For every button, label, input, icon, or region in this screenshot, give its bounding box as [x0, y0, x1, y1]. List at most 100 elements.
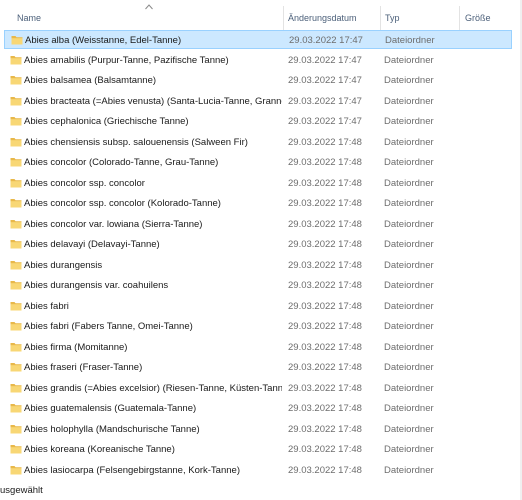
file-name: Abies concolor ssp. concolor (Kolorado-T… — [24, 198, 221, 209]
file-row[interactable]: Abies fabri 29.03.2022 17:48 Dateiordner — [4, 297, 512, 316]
file-row[interactable]: Abies lasiocarpa (Felsengebirgstanne, Ko… — [4, 461, 512, 480]
file-row[interactable]: Abies balsamea (Balsamtanne) 29.03.2022 1… — [4, 71, 512, 90]
file-modified-date: 29.03.2022 17:48 — [288, 177, 362, 189]
file-type: Dateiordner — [385, 35, 435, 46]
file-row[interactable]: Abies delavayi (Delavayi-Tanne) 29.03.202… — [4, 235, 512, 254]
file-type: Dateiordner — [384, 218, 434, 230]
file-name: Abies concolor ssp. concolor — [24, 177, 145, 189]
file-type: Dateiordner — [384, 75, 434, 86]
file-name: Abies firma (Momitanne) — [24, 341, 128, 353]
file-name: Abies alba (Weisstanne, Edel-Tanne) — [25, 35, 182, 46]
file-modified-date: 29.03.2022 17:48 — [288, 444, 362, 455]
folder-icon — [10, 424, 22, 433]
file-row[interactable]: Abies durangensis 29.03.2022 17:48 Dateior… — [4, 256, 512, 275]
file-row[interactable]: Abies cephalonica (Griechische Tanne) 29.… — [4, 112, 512, 131]
folder-icon — [10, 240, 22, 249]
file-name: Abies bracteata (=Abies venusta) (Santa-… — [24, 95, 282, 107]
folder-icon — [10, 260, 22, 269]
file-row[interactable]: Abies guatemalensis (Guatemala-Tanne) 29.… — [4, 399, 512, 418]
file-modified-date: 29.03.2022 17:47 — [288, 116, 362, 127]
file-type: Dateiordner — [384, 198, 434, 209]
file-modified-date: 29.03.2022 17:48 — [288, 300, 362, 312]
file-modified-date: 29.03.2022 17:47 — [288, 95, 362, 107]
file-type: Dateiordner — [384, 362, 434, 373]
column-header-type[interactable]: Typ — [380, 13, 460, 30]
file-modified-date: 29.03.2022 17:48 — [288, 423, 362, 435]
file-row[interactable]: Abies fabri (Fabers Tanne, Omei-Tanne) 29… — [4, 317, 512, 336]
file-type: Dateiordner — [384, 95, 434, 107]
file-name: Abies durangensis var. coahuilens — [24, 280, 169, 291]
column-header-size[interactable]: Größe — [460, 13, 520, 30]
file-modified-date: 29.03.2022 17:48 — [288, 382, 362, 394]
status-text: usgewählt — [0, 485, 43, 496]
file-modified-date: 29.03.2022 17:48 — [288, 403, 362, 414]
folder-icon — [10, 76, 22, 85]
status-bar: usgewählt — [0, 482, 522, 500]
file-row[interactable]: Abies firma (Momitanne) 29.03.2022 17:48 D… — [4, 338, 512, 357]
folder-icon — [10, 342, 22, 351]
file-type: Dateiordner — [384, 382, 434, 394]
chevron-up-icon — [145, 4, 153, 10]
file-name: Abies fraseri (Fraser-Tanne) — [24, 362, 143, 373]
file-row[interactable]: Abies amabilis (Purpur-Tanne, Pazifische… — [4, 51, 512, 70]
file-type: Dateiordner — [384, 177, 434, 189]
file-row[interactable]: Abies concolor (Colorado-Tanne, Grau-Tan… — [4, 153, 512, 172]
column-header-date[interactable]: Änderungsdatum — [283, 13, 380, 30]
folder-icon — [10, 363, 22, 372]
file-row[interactable]: Abies holophylla (Mandschurische Tanne) 2… — [4, 420, 512, 439]
folder-icon — [11, 36, 23, 45]
file-type: Dateiordner — [384, 280, 434, 291]
file-modified-date: 29.03.2022 17:48 — [288, 280, 362, 291]
file-name: Abies concolor (Colorado-Tanne, Grau-Tan… — [24, 157, 219, 168]
file-type: Dateiordner — [384, 423, 434, 435]
file-modified-date: 29.03.2022 17:48 — [288, 362, 362, 373]
folder-icon — [10, 158, 22, 167]
file-modified-date: 29.03.2022 17:48 — [288, 198, 362, 209]
file-type: Dateiordner — [384, 136, 434, 148]
file-name: Abies koreana (Koreanische Tanne) — [24, 444, 175, 455]
folder-icon — [10, 96, 22, 105]
file-row[interactable]: Abies concolor var. lowiana (Sierra-Tann… — [4, 215, 512, 234]
file-modified-date: 29.03.2022 17:48 — [288, 341, 362, 353]
folder-icon — [10, 445, 22, 454]
file-row[interactable]: Abies concolor ssp. concolor 29.03.2022 1… — [4, 174, 512, 193]
file-name: Abies fabri (Fabers Tanne, Omei-Tanne) — [24, 321, 193, 332]
folder-icon — [10, 117, 22, 126]
file-row[interactable]: Abies durangensis var. coahuilens 29.03.2… — [4, 276, 512, 295]
folder-icon — [10, 383, 22, 392]
folder-icon — [10, 281, 22, 290]
file-row[interactable]: Abies koreana (Koreanische Tanne) 29.03.2… — [4, 440, 512, 459]
file-type: Dateiordner — [384, 116, 434, 127]
folder-icon — [10, 55, 22, 64]
file-explorer-window: Name Änderungsdatum Typ Größe Abies alba… — [0, 0, 522, 500]
file-name: Abies guatemalensis (Guatemala-Tanne) — [24, 403, 197, 414]
folder-icon — [10, 219, 22, 228]
folder-icon — [10, 322, 22, 331]
file-modified-date: 29.03.2022 17:47 — [289, 35, 363, 46]
file-row[interactable]: Abies grandis (=Abies excelsior) (Riesen… — [4, 379, 512, 398]
folder-icon — [10, 199, 22, 208]
file-type: Dateiordner — [384, 54, 434, 66]
file-name: Abies chensiensis subsp. salouenensis (S… — [24, 136, 248, 148]
column-header-bar: Name Änderungsdatum Typ Größe — [0, 0, 522, 30]
file-type: Dateiordner — [384, 239, 434, 250]
file-type: Dateiordner — [384, 321, 434, 332]
file-modified-date: 29.03.2022 17:47 — [288, 54, 362, 66]
file-type: Dateiordner — [384, 259, 434, 271]
file-row[interactable]: Abies chensiensis subsp. salouenensis (S… — [4, 133, 512, 152]
file-name: Abies grandis (=Abies excelsior) (Riesen… — [24, 382, 282, 394]
file-row[interactable]: Abies concolor ssp. concolor (Kolorado-T… — [4, 194, 512, 213]
file-modified-date: 29.03.2022 17:48 — [288, 321, 362, 332]
file-name: Abies balsamea (Balsamtanne) — [24, 75, 157, 86]
file-name: Abies cephalonica (Griechische Tanne) — [24, 116, 189, 127]
file-name: Abies delavayi (Delavayi-Tanne) — [24, 239, 160, 250]
file-row[interactable]: Abies alba (Weisstanne, Edel-Tanne) 29.03… — [4, 30, 512, 49]
file-name: Abies amabilis (Purpur-Tanne, Pazifische… — [24, 54, 229, 66]
file-name: Abies durangensis — [24, 259, 103, 271]
folder-icon — [10, 178, 22, 187]
column-header-name[interactable]: Name — [12, 13, 284, 30]
file-row[interactable]: Abies fraseri (Fraser-Tanne) 29.03.2022 1… — [4, 358, 512, 377]
file-row[interactable]: Abies bracteata (=Abies venusta) (Santa-… — [4, 92, 512, 111]
file-type: Dateiordner — [384, 403, 434, 414]
file-modified-date: 29.03.2022 17:48 — [288, 136, 362, 148]
